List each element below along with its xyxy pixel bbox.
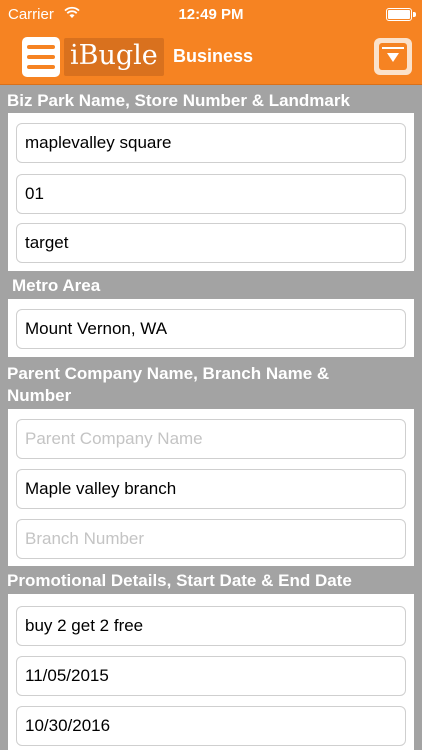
- app-logo: iBugle: [64, 38, 164, 76]
- section-header-parent-line2: Number: [7, 386, 72, 405]
- nav-bar: iBugle Business: [0, 30, 422, 85]
- hamburger-icon: [27, 45, 55, 49]
- download-icon: [379, 43, 407, 70]
- page-title: Business: [173, 46, 254, 66]
- download-button[interactable]: [374, 38, 412, 75]
- landmark-field[interactable]: [16, 223, 406, 263]
- branch-name-field[interactable]: [16, 469, 406, 509]
- section-header-parent-line1: Parent Company Name, Branch Name &: [7, 364, 330, 383]
- promo-details-field[interactable]: [16, 606, 406, 646]
- section-header-parent: Parent Company Name, Branch Name & Numbe…: [0, 363, 422, 407]
- clock: 12:49 PM: [178, 6, 244, 23]
- branch-number-field[interactable]: [16, 519, 406, 559]
- section-parent: [8, 409, 414, 566]
- status-bar: Carrier 12:49 PM: [0, 0, 422, 30]
- parent-company-name-field[interactable]: [16, 419, 406, 459]
- section-header-metro: Metro Area: [0, 275, 422, 297]
- section-biz-park: [8, 113, 414, 271]
- battery-icon: [386, 8, 416, 21]
- start-date-field[interactable]: [16, 656, 406, 696]
- biz-park-name-field[interactable]: [16, 123, 406, 163]
- metro-area-field[interactable]: [16, 309, 406, 349]
- section-promo: [8, 594, 414, 750]
- menu-button[interactable]: [22, 37, 60, 77]
- end-date-field[interactable]: [16, 706, 406, 746]
- store-number-field[interactable]: [16, 174, 406, 214]
- section-metro: [8, 299, 414, 357]
- section-header-promo: Promotional Details, Start Date & End Da…: [0, 570, 422, 592]
- section-header-biz-park: Biz Park Name, Store Number & Landmark: [0, 90, 422, 112]
